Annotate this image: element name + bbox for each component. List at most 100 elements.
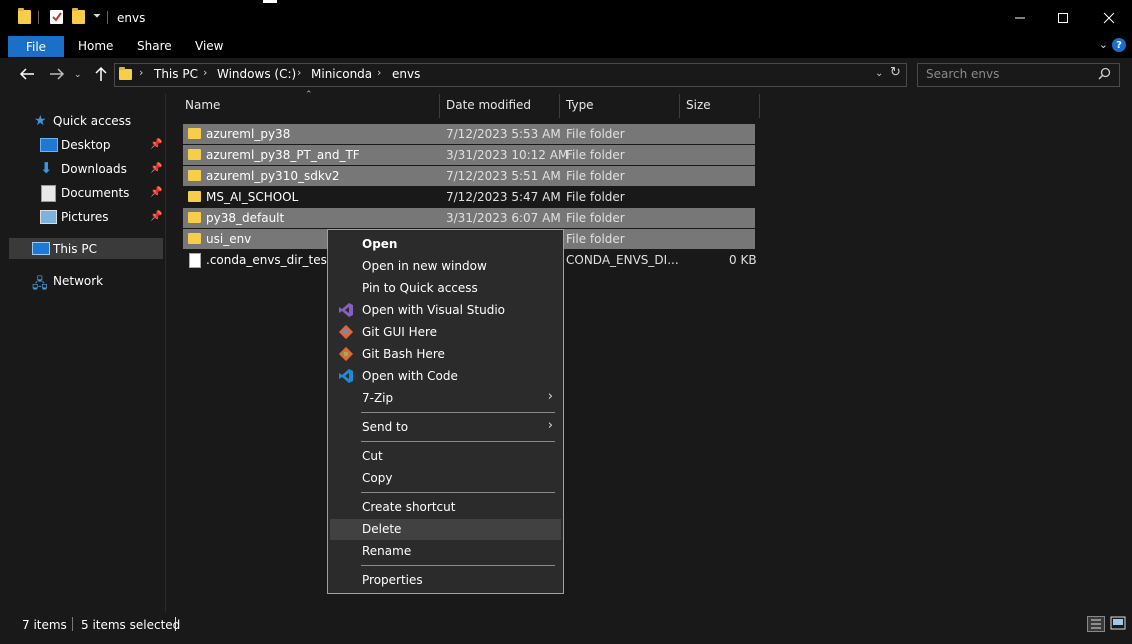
folder-icon — [188, 212, 201, 223]
new-folder-icon[interactable] — [72, 8, 85, 24]
menu-item-7zip[interactable]: 7-Zip — [362, 391, 393, 405]
menu-item-cut[interactable]: Cut — [362, 449, 383, 463]
context-menu: Open Open in new window Pin to Quick acc… — [327, 229, 564, 594]
column-divider[interactable] — [559, 94, 560, 118]
breadcrumb-envs[interactable]: envs — [392, 67, 420, 81]
file-size: 0 KB — [729, 253, 757, 267]
table-row[interactable]: azureml_py38 7/12/2023 5:53 AM File fold… — [183, 124, 755, 144]
nav-item-documents[interactable]: Documents — [61, 186, 129, 200]
desktop-icon — [40, 138, 58, 152]
menu-item-copy[interactable]: Copy — [362, 471, 392, 485]
tab-home[interactable]: Home — [78, 39, 113, 53]
up-arrow-icon — [95, 66, 107, 81]
column-header-type[interactable]: Type — [566, 98, 594, 112]
large-icons-view-icon[interactable] — [1110, 616, 1126, 630]
table-row[interactable]: MS_AI_SCHOOL 7/12/2023 5:47 AM File fold… — [183, 187, 755, 207]
pin-icon[interactable]: 📌 — [150, 163, 162, 174]
breadcrumb-miniconda[interactable]: Miniconda — [311, 67, 372, 81]
file-type: File folder — [566, 148, 625, 162]
help-icon[interactable]: ? — [1112, 38, 1126, 52]
tab-view[interactable]: View — [195, 39, 223, 53]
nav-item-desktop[interactable]: Desktop — [61, 138, 111, 152]
column-divider[interactable] — [439, 94, 440, 118]
table-row[interactable]: py38_default 3/31/2023 6:07 AM File fold… — [183, 208, 755, 228]
menu-item-open-new-window[interactable]: Open in new window — [362, 259, 487, 273]
search-placeholder: Search envs — [926, 67, 1000, 81]
customize-quick-access-icon[interactable]: ⏷ — [93, 11, 101, 22]
column-header-size[interactable]: Size — [686, 98, 711, 112]
breadcrumb-windows-c[interactable]: Windows (C:) — [217, 67, 296, 81]
file-name: py38_default — [206, 211, 285, 225]
minimize-button[interactable] — [997, 0, 1043, 36]
file-date: 7/12/2023 5:47 AM — [446, 190, 561, 204]
details-view-icon[interactable] — [1087, 616, 1105, 632]
divider — [72, 617, 73, 631]
chevron-right-icon[interactable]: › — [377, 66, 381, 79]
address-history-icon[interactable]: ⌄ — [875, 68, 883, 79]
nav-item-network[interactable]: Network — [53, 274, 103, 288]
window-title: envs — [117, 11, 146, 25]
vscode-icon — [338, 368, 354, 384]
menu-item-properties[interactable]: Properties — [362, 573, 423, 587]
title-indicator — [263, 0, 277, 3]
column-header-date[interactable]: Date modified — [446, 98, 531, 112]
forward-button[interactable] — [49, 66, 65, 85]
menu-divider — [361, 565, 555, 566]
pin-icon[interactable]: 📌 — [150, 139, 162, 150]
nav-quick-access[interactable]: Quick access — [53, 114, 131, 128]
menu-item-open[interactable]: Open — [362, 237, 397, 251]
file-type: File folder — [566, 127, 625, 141]
folder-icon — [188, 128, 201, 139]
breadcrumb-this-pc[interactable]: This PC — [154, 67, 198, 81]
up-button[interactable] — [94, 66, 108, 86]
menu-item-git-bash[interactable]: Git Bash Here — [362, 347, 445, 361]
nav-item-downloads[interactable]: Downloads — [61, 162, 127, 176]
refresh-icon[interactable]: ↻ — [890, 65, 901, 80]
properties-icon[interactable] — [50, 10, 63, 24]
pin-icon[interactable]: 📌 — [150, 211, 162, 222]
nav-item-pictures[interactable]: Pictures — [61, 210, 109, 224]
column-header-name[interactable]: Name — [185, 98, 220, 112]
close-icon — [1103, 12, 1115, 24]
file-date: 3/31/2023 10:12 AM — [446, 148, 569, 162]
maximize-button[interactable] — [1040, 0, 1086, 36]
chevron-right-icon[interactable]: › — [297, 66, 301, 79]
menu-item-git-gui[interactable]: Git GUI Here — [362, 325, 437, 339]
table-row[interactable]: azureml_py38_PT_and_TF 3/31/2023 10:12 A… — [183, 145, 755, 165]
folder-icon[interactable] — [18, 8, 31, 24]
tab-share[interactable]: Share — [137, 39, 172, 53]
menu-item-open-visual-studio[interactable]: Open with Visual Studio — [362, 303, 505, 317]
menu-item-delete[interactable]: Delete — [362, 522, 401, 536]
maximize-icon — [1058, 13, 1068, 23]
column-divider[interactable] — [679, 94, 680, 118]
recent-locations-icon[interactable]: ⌄ — [74, 70, 82, 80]
chevron-right-icon[interactable]: › — [139, 66, 143, 79]
file-type: File folder — [566, 190, 625, 204]
menu-item-pin-quick-access[interactable]: Pin to Quick access — [362, 281, 478, 295]
forward-arrow-icon — [50, 68, 65, 80]
pane-divider[interactable] — [165, 94, 166, 612]
close-button[interactable] — [1086, 0, 1132, 36]
folder-icon — [119, 67, 132, 80]
column-divider[interactable] — [759, 94, 760, 118]
table-row[interactable]: azureml_py310_sdkv2 7/12/2023 5:51 AM Fi… — [183, 166, 755, 186]
menu-item-rename[interactable]: Rename — [362, 544, 411, 558]
pin-icon[interactable]: 📌 — [150, 187, 162, 198]
file-date: 7/12/2023 5:53 AM — [446, 127, 561, 141]
menu-divider — [361, 492, 555, 493]
file-date: 7/12/2023 5:51 AM — [446, 169, 561, 183]
tab-file[interactable]: File — [8, 36, 64, 57]
menu-item-send-to[interactable]: Send to — [362, 420, 408, 434]
title-bar — [0, 0, 1132, 36]
search-icon[interactable] — [1098, 67, 1111, 83]
chevron-right-icon: › — [547, 418, 553, 433]
git-bash-icon — [338, 346, 354, 362]
back-button[interactable] — [19, 66, 35, 85]
expand-ribbon-icon[interactable]: ⌄ — [1099, 38, 1108, 51]
file-type: File folder — [566, 232, 625, 246]
menu-item-open-code[interactable]: Open with Code — [362, 369, 458, 383]
status-selected-count: 5 items selected — [81, 618, 181, 632]
menu-item-create-shortcut[interactable]: Create shortcut — [362, 500, 455, 514]
chevron-right-icon[interactable]: › — [203, 66, 207, 79]
nav-item-this-pc[interactable]: This PC — [53, 242, 97, 256]
